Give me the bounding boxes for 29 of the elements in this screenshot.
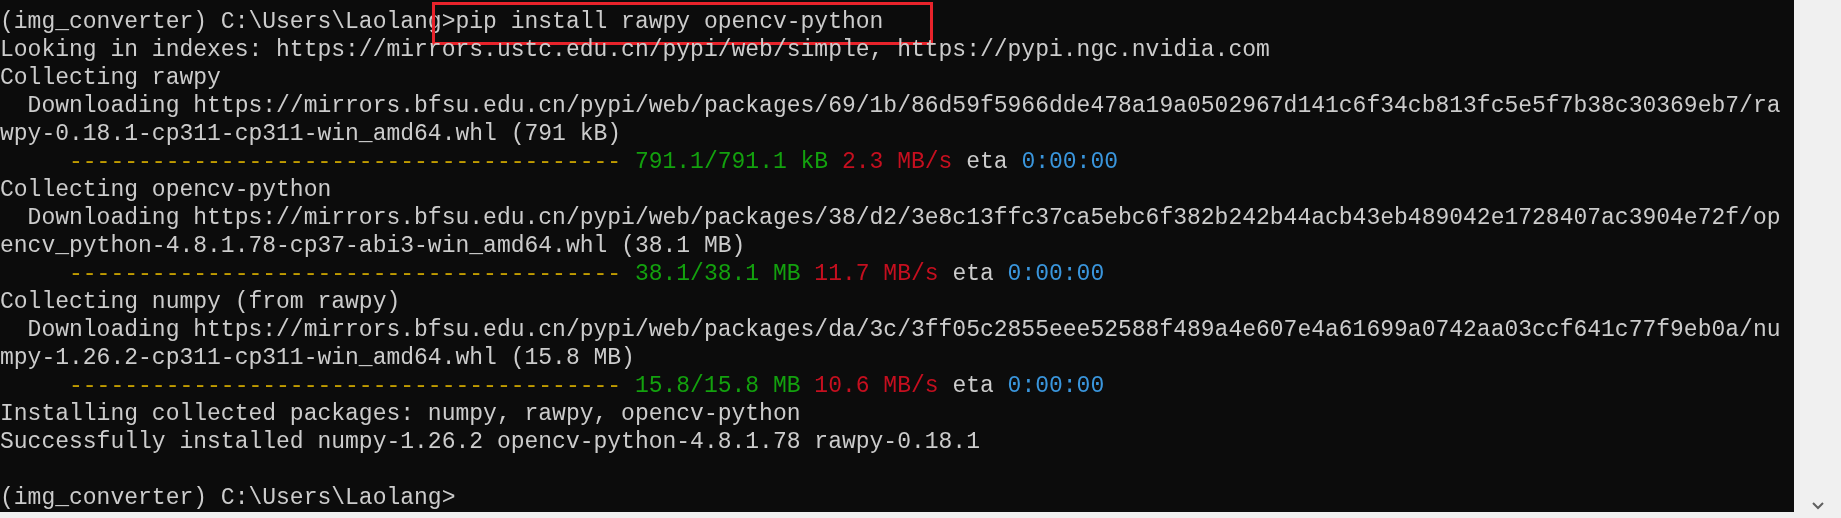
output-text: mpy-1.26.2-cp311-cp311-win_amd64.whl (15.8 MB) — [0, 344, 635, 372]
eta-time: 0:00:00 — [1007, 372, 1105, 400]
eta-time: 0:00:00 — [1007, 260, 1105, 288]
output-text: encv_python-4.8.1.78-cp37-abi3-win_amd64.whl (38.1 MB) — [0, 232, 746, 260]
eta-time: 0:00:00 — [1021, 148, 1118, 176]
download-size: 38.1/38.1 MB — [634, 260, 801, 288]
download-rate: 2.3 MB/s — [841, 148, 953, 176]
output-text: eta — [966, 148, 1008, 176]
scroll-down-icon[interactable] — [1811, 502, 1824, 510]
download-rate: 11.7 MB/s — [814, 260, 939, 288]
output-text: Collecting rawpy — [0, 64, 221, 92]
output-text: wpy-0.18.1-cp311-cp311-win_amd64.whl (791 kB) — [0, 120, 622, 148]
output-text: Looking in indexes: https://mirrors.ustc.edu.cn/pypi/web/simple, https://pypi.ngc.nvidia.com — [0, 36, 1270, 64]
output-text: eta — [952, 372, 994, 400]
output-text: Downloading https://mirrors.bfsu.edu.cn/pypi/web/packages/38/d2/3e8c13ffc37ca5ebc6f382b242b44acb43eb489042e1728407ac3904e72f/op — [26, 204, 1781, 232]
output-text: Installing collected packages: numpy, rawpy, opencv-python — [0, 400, 801, 428]
output-text: Downloading https://mirrors.bfsu.edu.cn/pypi/web/packages/69/1b/86d59f5966dde478a19a0502967d141c6f34cb813fc5e5f7b38c30369eb7/ra — [26, 92, 1781, 120]
dashes-text: ---------------------------------------- — [68, 148, 622, 176]
prompt-text: (img_converter) C:\Users\Laolang> — [0, 484, 456, 512]
output-text: Downloading https://mirrors.bfsu.edu.cn/pypi/web/packages/da/3c/3ff05c2855eee52588f489a4e607e4a61699a0742aa03ccf641c77f9eb0a/nu — [26, 316, 1781, 344]
download-size: 791.1/791.1 kB — [634, 148, 829, 176]
output-text: Successfully installed numpy-1.26.2 opencv-python-4.8.1.78 rawpy-0.18.1 — [0, 428, 980, 456]
download-size: 15.8/15.8 MB — [634, 372, 801, 400]
dashes-text: ---------------------------------------- — [68, 372, 622, 400]
output-text: eta — [952, 260, 994, 288]
dashes-text: ---------------------------------------- — [68, 260, 622, 288]
download-rate: 10.6 MB/s — [814, 372, 939, 400]
output-text: Collecting numpy (from rawpy) — [0, 288, 401, 316]
output-text: Collecting opencv-python — [0, 176, 332, 204]
